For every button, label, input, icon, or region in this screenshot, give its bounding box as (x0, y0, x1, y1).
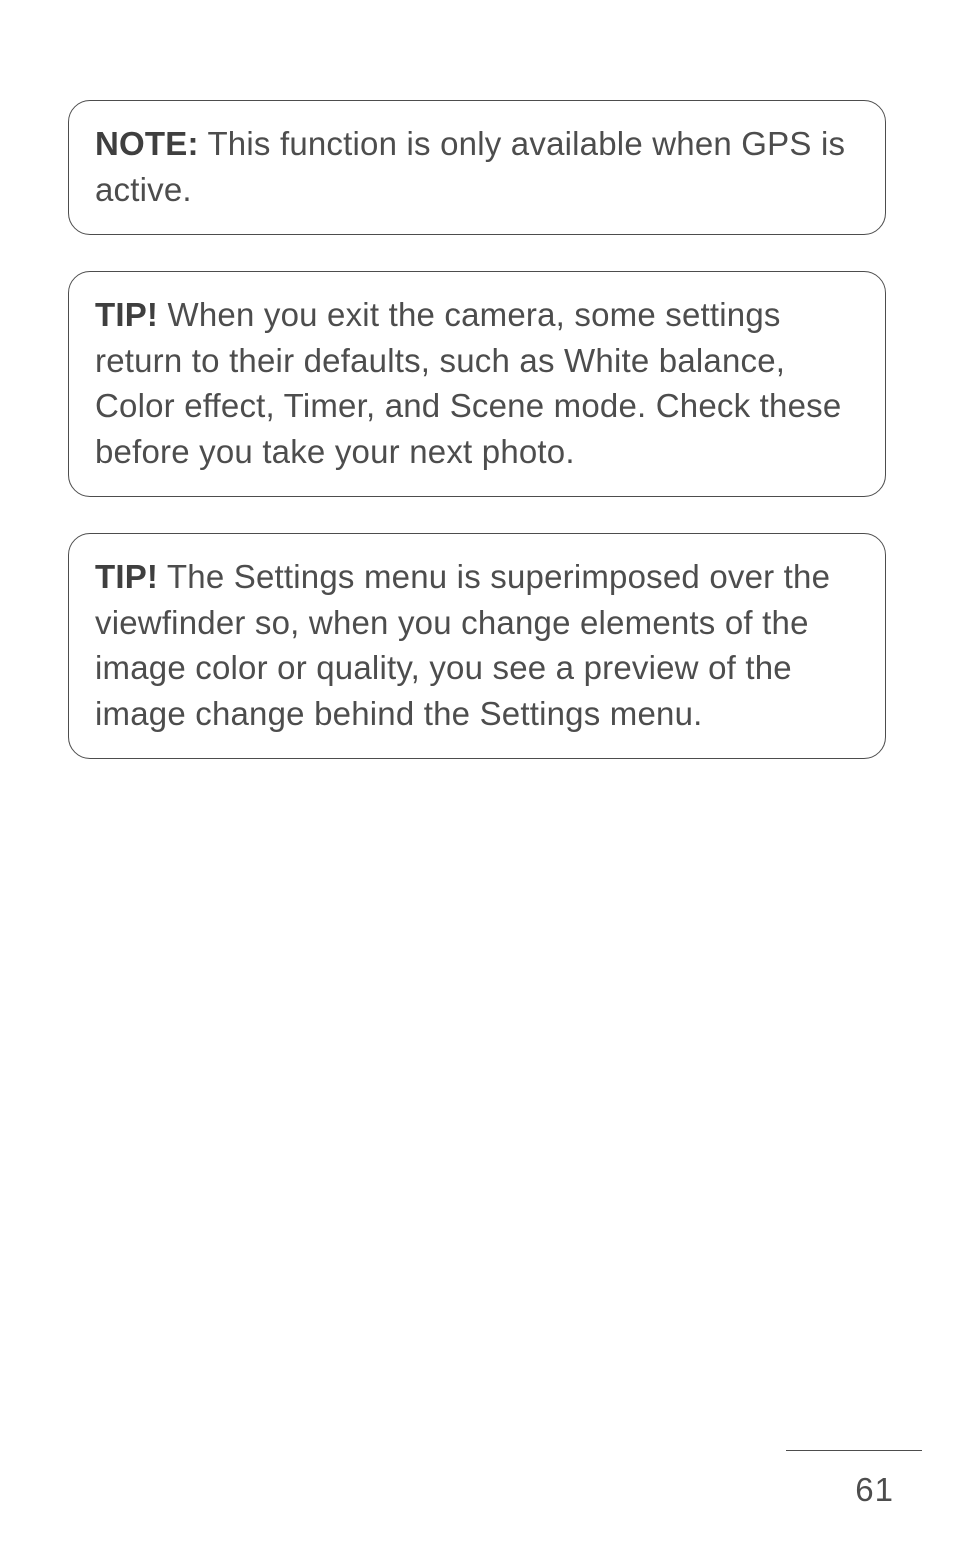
page-rule (786, 1450, 922, 1452)
page-number: 61 (855, 1471, 894, 1509)
tip-text-1: When you exit the camera, some settings … (95, 296, 841, 470)
tip-callout-2: TIP! The Settings menu is superimposed o… (68, 533, 886, 759)
tip-callout-1: TIP! When you exit the camera, some sett… (68, 271, 886, 497)
note-label: NOTE: (95, 125, 199, 162)
tip-label-1: TIP! (95, 296, 158, 333)
note-callout: NOTE: This function is only available wh… (68, 100, 886, 235)
page-content: NOTE: This function is only available wh… (0, 0, 954, 759)
tip-label-2: TIP! (95, 558, 158, 595)
tip-text-2: The Settings menu is superimposed over t… (95, 558, 830, 732)
note-text: This function is only available when GPS… (95, 125, 845, 208)
